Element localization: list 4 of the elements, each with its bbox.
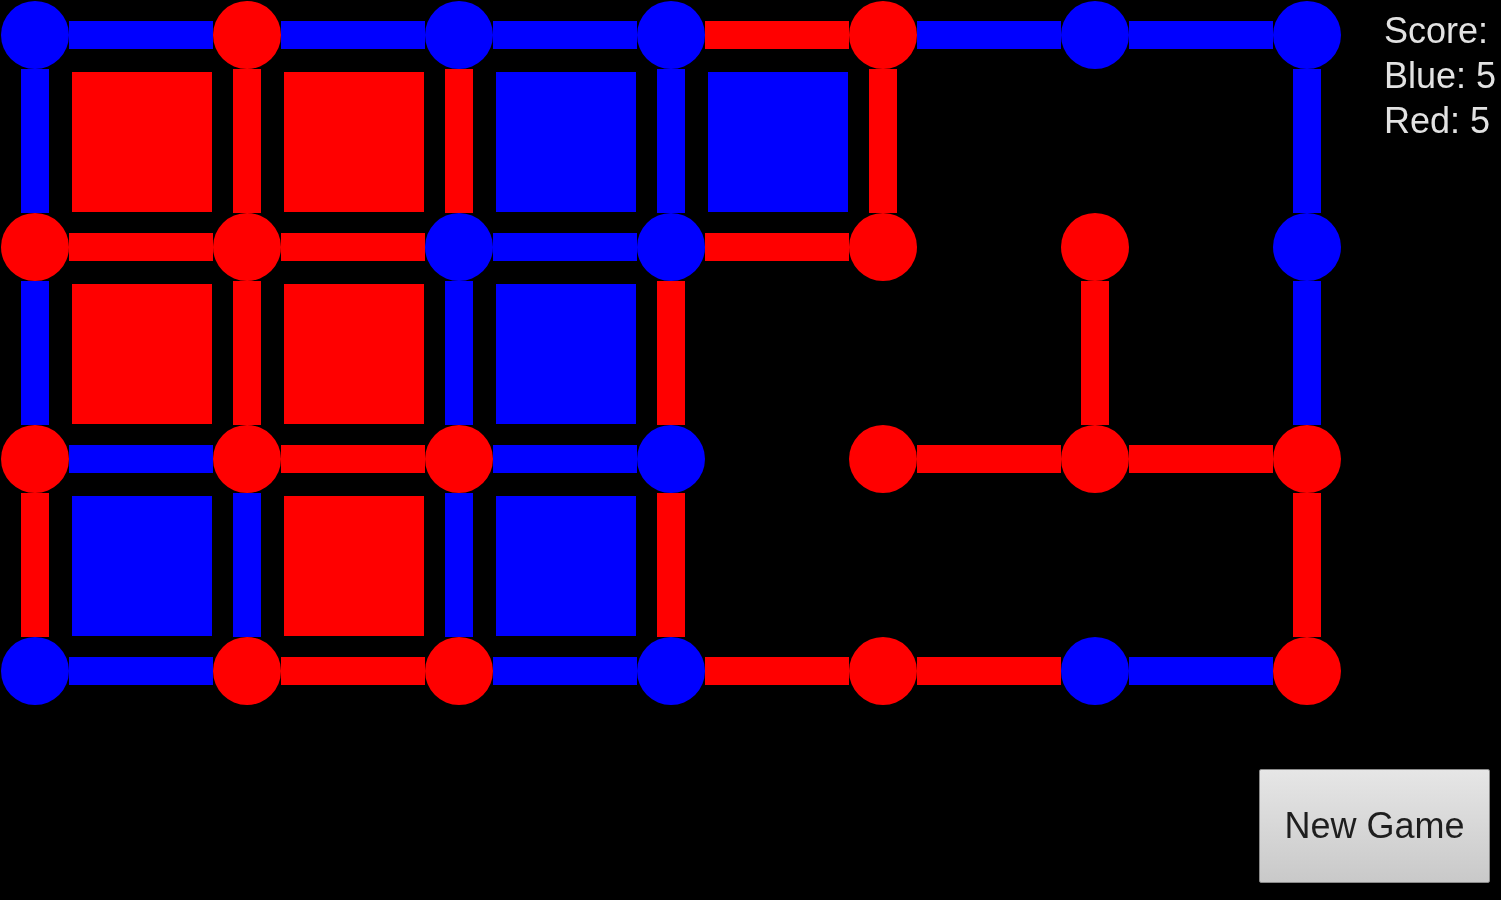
player-score: Red: 5 bbox=[1384, 99, 1492, 143]
score-title: Score: bbox=[1384, 9, 1490, 53]
new-game-button[interactable]: New Game bbox=[1259, 769, 1490, 883]
player-score: Blue: 5 bbox=[1384, 54, 1497, 98]
